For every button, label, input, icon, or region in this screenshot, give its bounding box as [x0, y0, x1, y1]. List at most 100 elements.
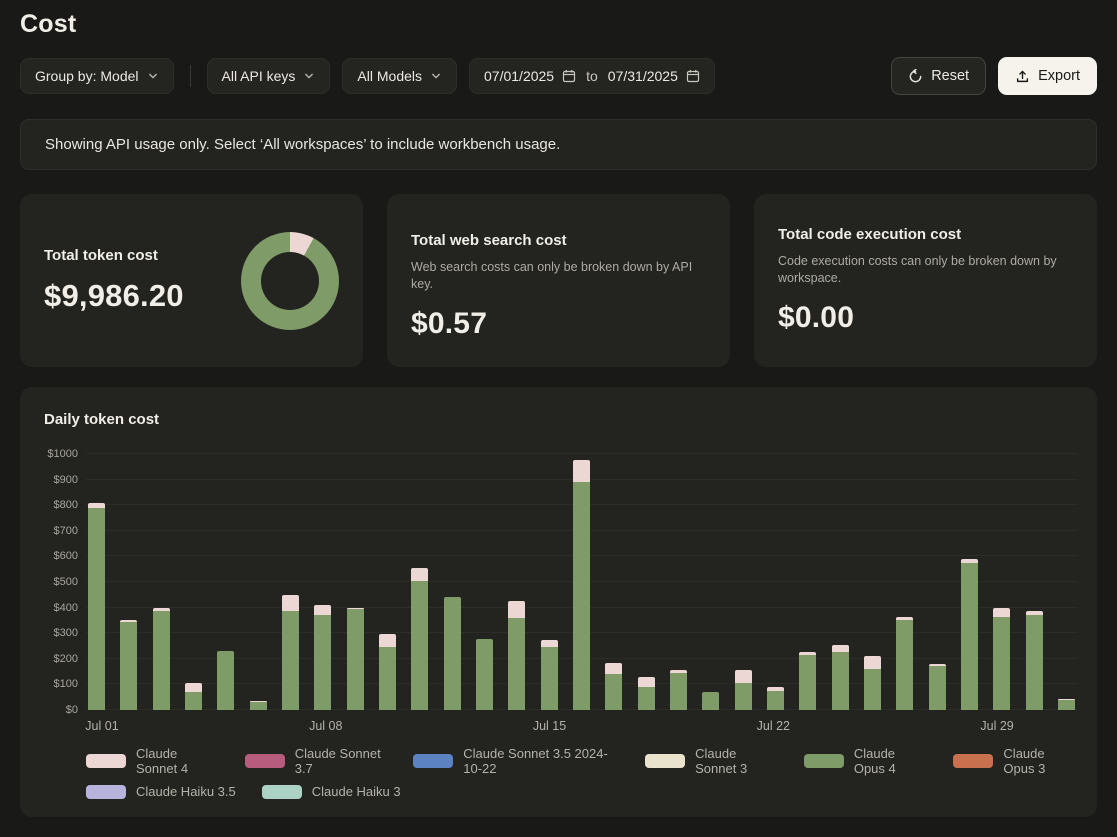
bar-segment [379, 634, 396, 647]
total-token-cost-card: Total token cost $9,986.20 [20, 194, 363, 367]
bar-jul-01[interactable] [88, 454, 105, 710]
bar-segment [993, 608, 1010, 617]
bar-segment [993, 617, 1010, 710]
x-tick-label: Jul 29 [980, 719, 1013, 733]
bar-jul-18[interactable] [638, 454, 655, 710]
bar-jul-02[interactable] [120, 454, 137, 710]
bar-segment [799, 655, 816, 710]
reset-label: Reset [931, 68, 969, 84]
bar-jul-22[interactable] [767, 454, 784, 710]
bar-jul-06[interactable] [250, 454, 267, 710]
bar-segment [832, 652, 849, 710]
bar-jul-03[interactable] [153, 454, 170, 710]
bar-jul-04[interactable] [185, 454, 202, 710]
legend-label: Claude Opus 4 [854, 746, 928, 776]
bar-segment [573, 460, 590, 482]
bar-jul-24[interactable] [832, 454, 849, 710]
x-tick-label: Jul 15 [533, 719, 566, 733]
bar-jul-19[interactable] [670, 454, 687, 710]
legend-swatch [413, 754, 453, 768]
group-by-dropdown[interactable]: Group by: Model [20, 58, 174, 94]
bar-segment [411, 581, 428, 710]
bar-jul-30[interactable] [1026, 454, 1043, 710]
date-range-picker: 07/01/2025 to 07/31/2025 [469, 58, 715, 94]
api-keys-dropdown[interactable]: All API keys [207, 58, 331, 94]
bar-jul-10[interactable] [379, 454, 396, 710]
legend-label: Claude Haiku 3 [312, 784, 401, 799]
date-from-input[interactable]: 07/01/2025 [484, 68, 576, 84]
bar-jul-21[interactable] [735, 454, 752, 710]
bar-jul-13[interactable] [476, 454, 493, 710]
y-tick-label: $900 [54, 474, 78, 486]
bar-jul-11[interactable] [411, 454, 428, 710]
legend-item: Claude Opus 4 [804, 746, 928, 776]
web-search-cost-value: $0.57 [411, 307, 706, 341]
bar-jul-25[interactable] [864, 454, 881, 710]
bar-jul-07[interactable] [282, 454, 299, 710]
bar-jul-29[interactable] [993, 454, 1010, 710]
bar-jul-20[interactable] [702, 454, 719, 710]
legend-swatch [86, 754, 126, 768]
y-tick-label: $600 [54, 550, 78, 562]
legend-item: Claude Sonnet 3 [645, 746, 778, 776]
legend-swatch [804, 754, 844, 768]
bar-jul-16[interactable] [573, 454, 590, 710]
bar-segment [638, 687, 655, 710]
legend-label: Claude Sonnet 3.7 [295, 746, 388, 776]
web-search-cost-card: Total web search cost Web search costs c… [387, 194, 730, 367]
bar-jul-12[interactable] [444, 454, 461, 710]
export-button[interactable]: Export [998, 57, 1097, 95]
bar-jul-31[interactable] [1058, 454, 1075, 710]
bar-segment [379, 647, 396, 710]
legend-swatch [262, 785, 302, 799]
bar-jul-27[interactable] [929, 454, 946, 710]
toolbar-divider [190, 65, 191, 87]
chevron-down-icon [430, 70, 442, 82]
code-exec-cost-card: Total code execution cost Code execution… [754, 194, 1097, 367]
date-to-word: to [586, 68, 598, 84]
legend-item: Claude Sonnet 3.7 [245, 746, 388, 776]
legend-item: Claude Sonnet 3.5 2024-10-22 [413, 746, 619, 776]
web-search-cost-title: Total web search cost [411, 232, 706, 249]
calendar-icon[interactable] [686, 69, 700, 83]
legend-swatch [86, 785, 126, 799]
bar-segment [605, 674, 622, 710]
export-icon [1015, 69, 1030, 84]
date-to-value: 07/31/2025 [608, 68, 678, 84]
y-tick-label: $400 [54, 602, 78, 614]
chart-legend: Claude Sonnet 4Claude Sonnet 3.7Claude S… [86, 746, 1077, 799]
y-tick-label: $1000 [47, 448, 78, 460]
bar-segment [250, 702, 267, 710]
calendar-icon[interactable] [562, 69, 576, 83]
legend-swatch [645, 754, 685, 768]
models-dropdown[interactable]: All Models [342, 58, 457, 94]
y-axis: $0$100$200$300$400$500$600$700$800$900$1… [44, 454, 86, 710]
bar-jul-08[interactable] [314, 454, 331, 710]
bars-container [86, 454, 1077, 710]
bar-segment [120, 622, 137, 710]
bar-chart: $0$100$200$300$400$500$600$700$800$900$1… [44, 454, 1077, 710]
bar-jul-15[interactable] [541, 454, 558, 710]
bar-jul-23[interactable] [799, 454, 816, 710]
bar-jul-05[interactable] [217, 454, 234, 710]
bar-segment [864, 656, 881, 669]
bar-jul-28[interactable] [961, 454, 978, 710]
group-by-label: Group by: Model [35, 68, 139, 84]
daily-token-cost-title: Daily token cost [44, 411, 1077, 428]
date-to-input[interactable]: 07/31/2025 [608, 68, 700, 84]
bar-segment [88, 508, 105, 710]
bar-jul-14[interactable] [508, 454, 525, 710]
reset-button[interactable]: Reset [891, 57, 986, 95]
bar-segment [282, 595, 299, 612]
bar-jul-17[interactable] [605, 454, 622, 710]
legend-swatch [953, 754, 993, 768]
daily-token-cost-card: Daily token cost $0$100$200$300$400$500$… [20, 387, 1097, 817]
bar-segment [961, 563, 978, 710]
bar-segment [1058, 700, 1075, 710]
x-tick-label: Jul 08 [309, 719, 342, 733]
y-tick-label: $300 [54, 627, 78, 639]
bar-segment [735, 683, 752, 710]
bar-segment [347, 609, 364, 710]
bar-jul-26[interactable] [896, 454, 913, 710]
bar-jul-09[interactable] [347, 454, 364, 710]
